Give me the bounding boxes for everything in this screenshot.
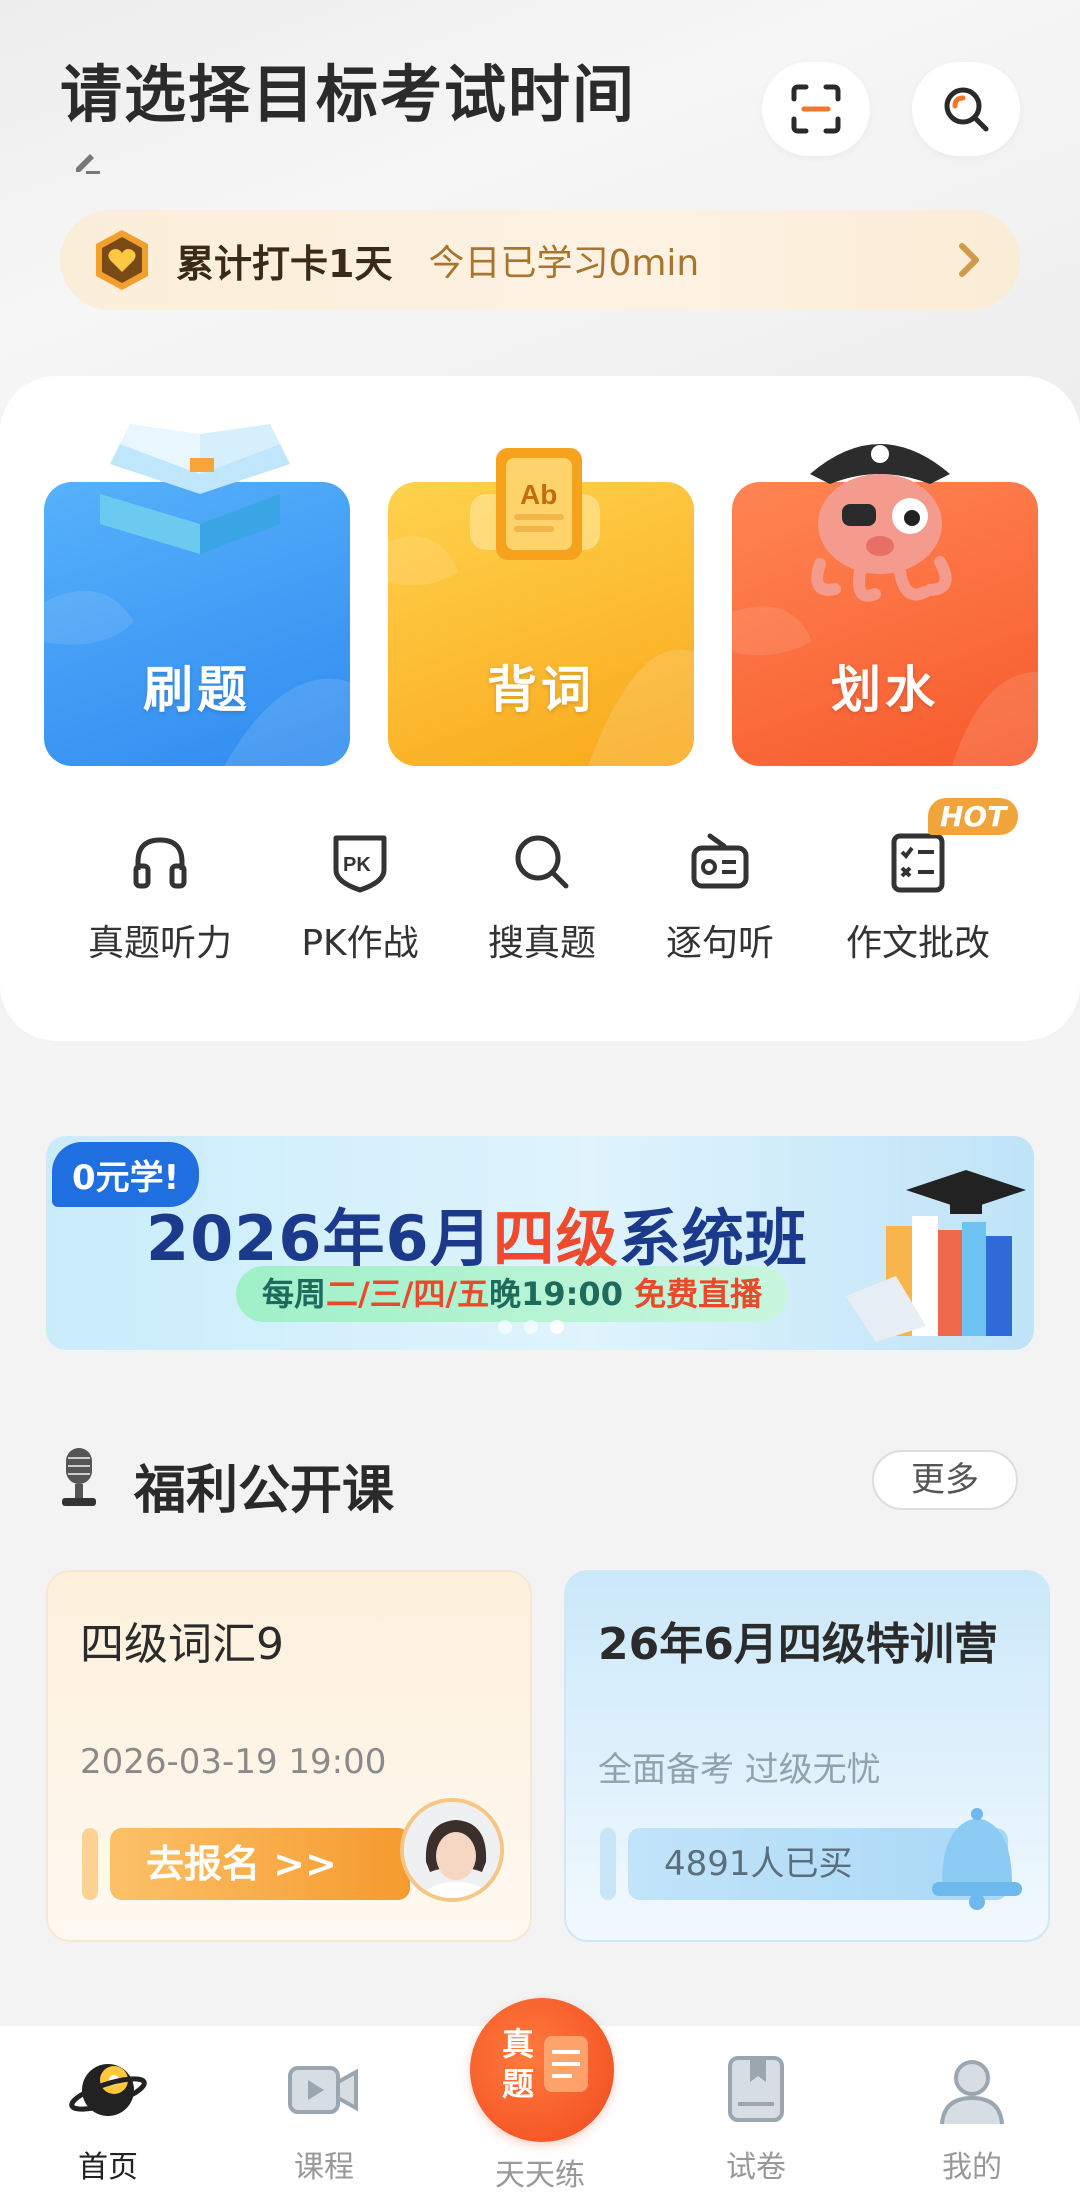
tab-me-label: 我的 <box>942 2150 1002 2185</box>
bell-icon <box>932 1808 1022 1910</box>
tab-home[interactable]: 首页 <box>28 2050 188 2186</box>
tab-me[interactable]: 我的 <box>892 2050 1052 2186</box>
carousel-dot-active[interactable] <box>550 1320 564 1334</box>
course-tags: 全面备考 过级无忧 <box>598 1750 881 1790</box>
daily-practice-button[interactable]: 真题 <box>470 1998 614 2142</box>
pk-shield-icon: PK <box>333 835 387 893</box>
headphones-icon <box>133 837 187 889</box>
search-icon <box>944 87 989 132</box>
radio-icon <box>691 833 749 889</box>
carousel-dots[interactable] <box>498 1320 564 1334</box>
relax-label: 划水 <box>831 661 939 719</box>
flashcard-icon: Ab <box>470 448 600 560</box>
planet-icon <box>69 2064 147 2116</box>
tab-courses-label: 课程 <box>294 2150 354 2185</box>
pk-label: PK作战 <box>301 923 419 964</box>
paper-icon <box>728 2056 784 2122</box>
user-icon <box>940 2060 1004 2125</box>
signup-button[interactable]: 去报名 >> <box>110 1828 410 1900</box>
course-card[interactable]: 四级词汇9 2026-03-19 19:00 去报名 >> <box>46 1570 532 1942</box>
sentence-listen-tool[interactable]: 逐句听 <box>630 830 810 966</box>
carousel-dot[interactable] <box>498 1320 512 1334</box>
decoration-strip <box>600 1828 616 1900</box>
feature-panel: 刷题 背词 Ab 划水 真题听力 PK PK作战 搜真题 逐句听 作文批改 HO… <box>0 376 1080 1041</box>
tab-papers[interactable]: 试卷 <box>676 2050 836 2186</box>
course-title: 四级词汇9 <box>80 1619 284 1670</box>
daily-practice-icon-text: 真题 <box>501 2025 534 2103</box>
banner-schedule: 每周二/三/四/五晚19:00 免费直播 <box>236 1266 789 1322</box>
more-button[interactable]: 更多 <box>872 1450 1018 1510</box>
page-title[interactable]: 请选择目标考试时间 <box>60 44 636 134</box>
sentence-listen-label: 逐句听 <box>665 923 774 964</box>
microphone-icon <box>62 1448 96 1506</box>
practice-label: 刷题 <box>143 661 251 719</box>
listening-tool[interactable]: 真题听力 <box>70 830 250 966</box>
search-icon <box>515 835 569 889</box>
tab-home-label: 首页 <box>78 2150 138 2185</box>
pk-tool[interactable]: PK PK作战 <box>270 830 450 966</box>
decoration-strip <box>82 1828 98 1900</box>
video-icon <box>288 2066 358 2114</box>
tab-daily-practice-label[interactable]: 天天练 <box>460 2150 620 2194</box>
edit-icon[interactable] <box>70 142 106 178</box>
search-button[interactable] <box>912 62 1020 156</box>
promo-banner[interactable]: 0元学! 2026年6月四级系统班 每周二/三/四/五晚19:00 免费直播 <box>46 1136 1034 1350</box>
tab-papers-label: 试卷 <box>726 2150 786 2185</box>
study-time: 今日已学习0min <box>428 243 700 284</box>
books-graduation-cap-icon <box>846 1170 1026 1342</box>
essay-review-label: 作文批改 <box>845 923 990 964</box>
scan-icon <box>791 84 841 134</box>
book-icon <box>100 424 290 554</box>
essay-review-tool[interactable]: 作文批改 <box>828 830 1008 966</box>
heart-badge-icon <box>96 230 148 290</box>
svg-text:Ab: Ab <box>520 479 557 510</box>
hot-badge: HOT <box>928 798 1019 835</box>
checkin-bar[interactable]: 累计打卡1天 今日已学习0min <box>60 210 1020 310</box>
search-questions-label: 搜真题 <box>487 923 596 964</box>
vocab-label: 背词 <box>487 661 595 719</box>
tab-courses[interactable]: 课程 <box>244 2050 404 2186</box>
scan-button[interactable] <box>762 62 870 156</box>
checklist-icon <box>891 833 945 893</box>
course-date: 2026-03-19 19:00 <box>80 1742 387 1782</box>
svg-text:PK: PK <box>343 854 371 876</box>
carousel-dot[interactable] <box>524 1320 538 1334</box>
section-title: 福利公开课 <box>134 1461 395 1521</box>
teacher-avatar <box>400 1798 504 1902</box>
bottom-tab-bar: 首页 课程 真题 天天练 试卷 我的 <box>0 1998 1080 2196</box>
banner-headline: 2026年6月四级系统班 <box>146 1202 808 1275</box>
scroll-icon <box>544 2036 588 2092</box>
listening-label: 真题听力 <box>87 923 232 964</box>
course-title: 26年6月四级特训营 <box>598 1619 998 1670</box>
octopus-pirate-icon <box>810 444 952 602</box>
search-questions-tool[interactable]: 搜真题 <box>452 830 632 966</box>
checkin-days: 累计打卡1天 <box>176 241 393 286</box>
course-card[interactable]: 26年6月四级特训营 全面备考 过级无忧 4891人已买 <box>564 1570 1050 1942</box>
chevron-right-icon <box>959 243 979 277</box>
